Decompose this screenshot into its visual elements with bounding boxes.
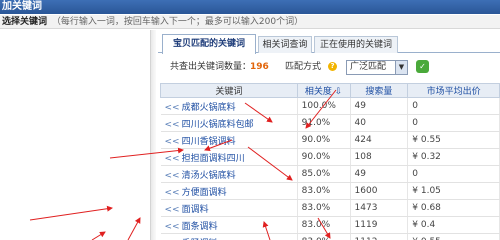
tab-bar: 宝贝匹配的关键词 相关词查询 正在使用的关键词 <box>158 33 500 54</box>
keyword-table: 关键词 相关度 ⇩ 搜索量 市场平均出价 << 成都火锅底料 100.0% 49 0 <<… <box>160 83 500 240</box>
add-keyword-icon[interactable]: << <box>165 222 180 232</box>
table-row: << 清汤火锅底料 85.0% 49 0 <box>160 165 500 183</box>
add-keyword-icon[interactable]: << <box>165 154 180 164</box>
keyword-count-label: 共查出关键词数量： <box>170 62 252 72</box>
keyword-link[interactable]: 四川香锅调料 <box>182 137 236 147</box>
keyword-link[interactable]: 面调料 <box>182 205 209 215</box>
keyword-cell[interactable]: << 四川火锅底料包邮 <box>160 114 298 132</box>
keyword-link[interactable]: 成都火锅底料 <box>182 103 236 113</box>
keyword-cell[interactable]: << 清汤火锅底料 <box>160 165 298 183</box>
help-icon[interactable]: ? <box>328 62 337 71</box>
window-title: 加关键词 <box>2 1 42 12</box>
keyword-link[interactable]: 清汤火锅底料 <box>182 171 236 181</box>
add-keyword-icon[interactable]: << <box>165 120 180 130</box>
tab-keywords-in-use[interactable]: 正在使用的关键词 <box>314 36 398 53</box>
average-price-cell: ¥ 0.4 <box>407 216 500 234</box>
summary-row: 共查出关键词数量： 196 匹配方式 ? 广泛匹配 ▼ ✓ <box>158 57 500 77</box>
relevance-cell: 100.0% <box>297 97 351 115</box>
search-volume-cell: 1112 <box>350 233 409 240</box>
sort-arrow-icon[interactable]: ⇩ <box>335 87 343 97</box>
table-row: << 方便面调料 83.0% 1600 ¥ 1.05 <box>160 182 500 200</box>
keyword-link[interactable]: 担担面调料四川 <box>182 154 245 164</box>
keyword-cell[interactable]: << 四川香锅调料 <box>160 131 298 149</box>
average-price-cell: ¥ 0.32 <box>407 148 500 166</box>
match-type-select[interactable]: 广泛匹配 ▼ <box>346 60 408 75</box>
column-header-search-volume[interactable]: 搜索量 <box>349 83 409 98</box>
search-volume-cell: 40 <box>350 114 409 132</box>
average-price-cell: ¥ 1.05 <box>407 182 500 200</box>
keyword-cell[interactable]: << 面调料 <box>160 199 298 217</box>
relevance-cell: 91.0% <box>297 114 351 132</box>
relevance-cell: 90.0% <box>297 148 351 166</box>
keyword-cell[interactable]: << 方便面调料 <box>160 182 298 200</box>
table-row: << 成都火锅底料 100.0% 49 0 <box>160 97 500 115</box>
keyword-link[interactable]: 四川火锅底料包邮 <box>182 120 254 130</box>
keyword-selector-header: 选择关键词 （每行输入一词，按回车输入下一个；最多可以输入200个词） <box>0 15 500 29</box>
add-keyword-icon[interactable]: << <box>165 188 180 198</box>
search-volume-cell: 108 <box>350 148 409 166</box>
table-row: <<香肠调料83.0%1112¥ 0.55 <box>160 233 500 240</box>
selector-hint: （每行输入一词，按回车输入下一个；最多可以输入200个词） <box>51 17 304 27</box>
average-price-cell: 0 <box>407 165 500 183</box>
tab-related-keywords[interactable]: 相关词查询 <box>258 36 312 53</box>
table-row: << 四川火锅底料包邮 91.0% 40 0 <box>160 114 500 132</box>
relevance-cell: 90.0% <box>297 131 351 149</box>
average-price-cell: 0 <box>407 114 500 132</box>
window-title-bar: 加关键词 <box>0 0 500 14</box>
table-row: << 面调料 83.0% 1473 ¥ 0.68 <box>160 199 500 217</box>
column-header-keyword: 关键词 <box>160 83 298 98</box>
search-volume-cell: 424 <box>350 131 409 149</box>
add-keyword-icon[interactable]: << <box>165 103 180 113</box>
add-keyword-icon[interactable]: << <box>165 137 180 147</box>
relevance-cell: 85.0% <box>297 165 351 183</box>
keyword-count-value: 196 <box>250 62 269 72</box>
column-header-average-price[interactable]: 市场平均出价 <box>407 83 500 98</box>
match-type-value: 广泛匹配 <box>350 62 387 72</box>
search-volume-cell: 49 <box>350 165 409 183</box>
table-row: << 担担面调料四川 90.0% 108 ¥ 0.32 <box>160 148 500 166</box>
selector-label: 选择关键词 <box>2 17 48 27</box>
keyword-link[interactable]: 方便面调料 <box>182 188 227 198</box>
tab-matched-keywords[interactable]: 宝贝匹配的关键词 <box>162 34 256 54</box>
add-keyword-icon[interactable]: << <box>165 171 180 181</box>
keyword-link[interactable]: 面条调料 <box>182 222 218 232</box>
keyword-cell[interactable]: << 面条调料 <box>160 216 298 234</box>
average-price-cell: ¥ 0.55 <box>407 233 500 240</box>
keyword-table-body: << 成都火锅底料 100.0% 49 0 << 四川火锅底料包邮 91.0% 40 0 << 四川香… <box>160 97 500 240</box>
relevance-cell: 83.0% <box>297 216 351 234</box>
average-price-cell: ¥ 0.55 <box>407 131 500 149</box>
relevance-cell: 83.0% <box>297 233 351 240</box>
column-header-relevance[interactable]: 相关度 ⇩ <box>296 83 351 98</box>
search-volume-cell: 1600 <box>350 182 409 200</box>
search-volume-cell: 1119 <box>350 216 409 234</box>
chevron-down-icon[interactable]: ▼ <box>395 61 407 74</box>
add-keyword-icon[interactable]: << <box>165 205 180 215</box>
keyword-cell[interactable]: <<香肠调料 <box>160 233 298 240</box>
search-volume-cell: 49 <box>350 97 409 115</box>
keyword-input-area[interactable] <box>0 30 150 240</box>
match-type-label: 匹配方式 <box>285 62 322 72</box>
confirm-match-button[interactable]: ✓ <box>416 60 429 73</box>
table-row: << 四川香锅调料 90.0% 424 ¥ 0.55 <box>160 131 500 149</box>
search-volume-cell: 1473 <box>350 199 409 217</box>
relevance-cell: 83.0% <box>297 182 351 200</box>
relevance-cell: 83.0% <box>297 199 351 217</box>
keyword-suggestion-panel: 宝贝匹配的关键词 相关词查询 正在使用的关键词 共查出关键词数量： 196 匹配… <box>158 33 500 240</box>
average-price-cell: ¥ 0.68 <box>407 199 500 217</box>
keyword-cell[interactable]: << 成都火锅底料 <box>160 97 298 115</box>
average-price-cell: 0 <box>407 97 500 115</box>
input-area-border <box>150 30 156 240</box>
table-row: << 面条调料 83.0% 1119 ¥ 0.4 <box>160 216 500 234</box>
table-header-row: 关键词 相关度 ⇩ 搜索量 市场平均出价 <box>160 83 500 98</box>
keyword-cell[interactable]: << 担担面调料四川 <box>160 148 298 166</box>
